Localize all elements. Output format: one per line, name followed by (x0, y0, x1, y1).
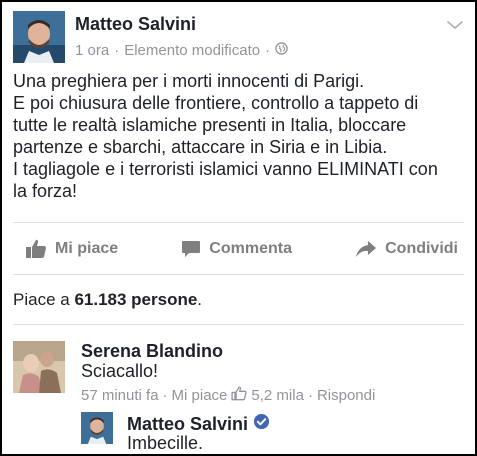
share-button[interactable]: Condividi (343, 240, 464, 258)
post-edited-label[interactable]: Elemento modificato (124, 42, 260, 59)
comment-label: Commenta (209, 240, 292, 257)
meta-separator: · (162, 387, 168, 404)
post-meta: 1 ora · Elemento modificato · (75, 42, 288, 59)
post-text-line: Una preghiera per i morti innocenti di P… (13, 71, 365, 91)
post-time[interactable]: 1 ora (75, 42, 109, 59)
likes-prefix: Piace a (13, 290, 70, 309)
post-text-line: la forza! (13, 181, 78, 201)
meta-separator: · (265, 42, 271, 59)
commenter-avatar[interactable] (13, 341, 65, 393)
comment-item: Serena Blandino Sciacallo! 57 minuti fa … (13, 341, 465, 404)
divider (13, 274, 464, 275)
post-author-name[interactable]: Matteo Salvini (75, 14, 196, 35)
meta-separator: · (114, 42, 120, 59)
post-text-line: I tagliagole e i terroristi islamici van… (13, 159, 438, 179)
likes-count: 61.183 persone (74, 290, 198, 309)
comment-text: Sciacallo! (81, 361, 159, 381)
likes-summary[interactable]: Piace a 61.183 persone. (13, 290, 202, 310)
post-text-line: tutte le realtà islamiche presenti in It… (13, 115, 407, 135)
facebook-post-card: Matteo Salvini 1 ora · Elemento modifica… (0, 0, 477, 456)
comment-meta: 57 minuti fa · Mi piace 5,2 mila · Rispo… (81, 386, 375, 405)
comment-icon (182, 241, 201, 257)
comment-button[interactable]: Commenta (169, 239, 304, 259)
comment-reply-link[interactable]: Rispondi (317, 387, 375, 404)
divider (13, 222, 464, 223)
globe-icon (275, 42, 288, 59)
comment-likes-count[interactable]: 5,2 mila (251, 387, 304, 404)
likes-suffix: . (197, 290, 203, 309)
reply-item: Matteo Salvini Imbecille. (81, 412, 465, 454)
post-header: Matteo Salvini 1 ora · Elemento modifica… (13, 11, 465, 65)
post-body: Una preghiera per i morti innocenti di P… (13, 70, 453, 202)
chevron-down-icon[interactable] (445, 15, 465, 35)
verified-badge-icon (253, 413, 270, 435)
share-label: Condividi (385, 240, 458, 257)
like-button[interactable]: Mi piace (13, 239, 130, 259)
replier-name[interactable]: Matteo Salvini (127, 414, 248, 435)
author-avatar[interactable] (13, 11, 65, 63)
thumbs-up-icon (26, 239, 46, 258)
comment-like-icon (231, 386, 247, 405)
post-text-line: partenze e sbarchi, attaccare in Siria e… (13, 137, 388, 157)
comment-time[interactable]: 57 minuti fa (81, 387, 159, 404)
replier-avatar[interactable] (81, 412, 113, 444)
commenter-name[interactable]: Serena Blandino (81, 341, 223, 362)
like-label: Mi piace (55, 240, 119, 257)
replier-name-row: Matteo Salvini (127, 413, 270, 435)
divider (13, 324, 464, 325)
share-arrow-icon (356, 241, 377, 257)
reply-text: Imbecille. (127, 433, 204, 453)
post-text-line: E poi chiusura delle frontiere, controll… (13, 93, 419, 113)
comment-like-link[interactable]: Mi piace (172, 387, 228, 404)
post-actions-bar: Mi piace Commenta Condividi (13, 226, 464, 272)
meta-separator: · (307, 387, 313, 404)
